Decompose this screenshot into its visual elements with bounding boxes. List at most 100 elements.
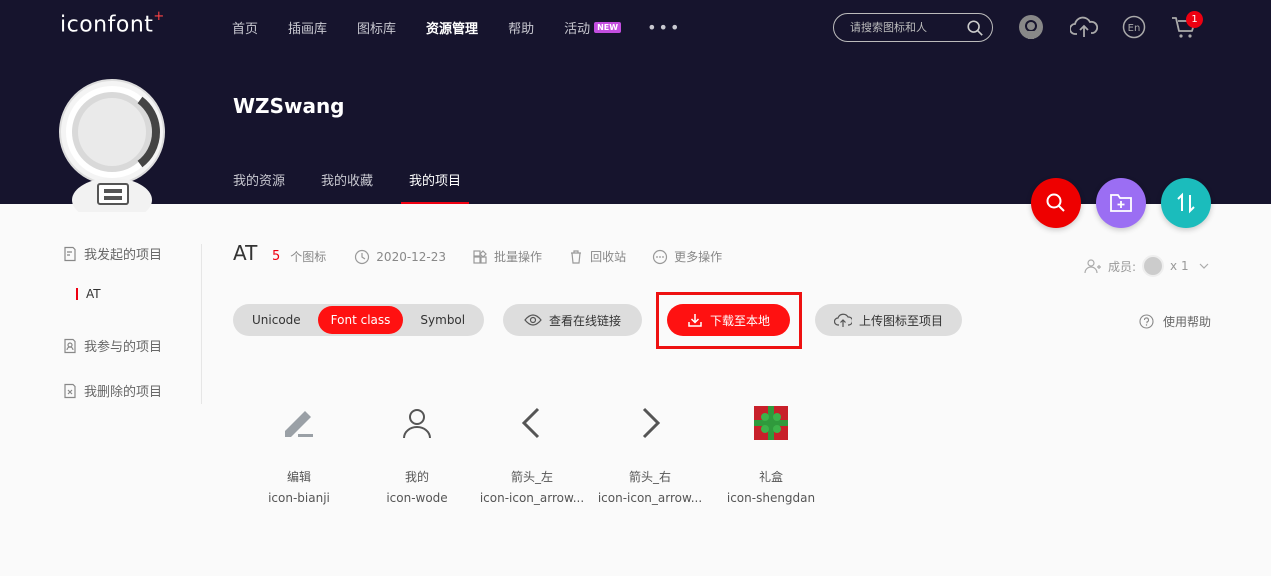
- members-label: 成员:: [1108, 259, 1137, 274]
- github-icon[interactable]: [1018, 14, 1044, 40]
- cart-count-badge: 1: [1186, 11, 1203, 28]
- recycle-bin-button[interactable]: 回收站: [568, 248, 626, 265]
- tab-my-projects[interactable]: 我的项目: [401, 170, 470, 204]
- tab-my-resources[interactable]: 我的资源: [233, 170, 285, 189]
- recycle-bin-label: 回收站: [590, 250, 627, 264]
- icon-name: 箭头_左: [510, 470, 553, 484]
- trash-icon: [571, 249, 582, 264]
- usage-help-label: 使用帮助: [1163, 315, 1212, 329]
- upload-icons-label: 上传图标至项目: [858, 313, 943, 328]
- chevron-down-icon: [1199, 263, 1209, 269]
- member-avatar: [1142, 255, 1165, 277]
- user-icon: [403, 409, 431, 439]
- gift-icon: [754, 406, 788, 440]
- top-header: iconfont+ 首页 插画库 图标库 资源管理 帮助 活动 NEW ••• …: [0, 0, 1271, 222]
- icon-card[interactable]: 我的 icon-wode: [364, 398, 470, 505]
- document-edit-icon: [64, 246, 76, 261]
- search-box: [833, 13, 993, 42]
- language-label: En: [1128, 23, 1141, 34]
- grid-icon: [473, 249, 487, 264]
- main-nav: 首页 插画库 图标库 资源管理 帮助 活动 NEW •••: [232, 18, 681, 37]
- view-online-link-button[interactable]: 查看在线链接: [503, 304, 642, 336]
- icon-class: icon-icon_arrow...: [597, 491, 703, 505]
- sidebar-item-initiated[interactable]: 我发起的项目: [62, 244, 162, 263]
- sidebar-item-deleted[interactable]: 我删除的项目: [62, 381, 162, 400]
- language-icon[interactable]: En: [1121, 14, 1147, 40]
- pencil-icon: [285, 411, 313, 437]
- icon-name: 我的: [404, 470, 429, 484]
- upload-cloud-icon[interactable]: [1070, 14, 1098, 40]
- project-title: AT: [233, 241, 258, 265]
- project-date: 2020-12-23: [354, 249, 446, 265]
- batch-operation-button[interactable]: 批量操作: [472, 248, 542, 265]
- usage-help-link[interactable]: 使用帮助: [1139, 313, 1211, 330]
- new-badge: NEW: [594, 22, 622, 33]
- segment-font-class[interactable]: Font class: [317, 306, 404, 334]
- code-type-segmented-control: Unicode Font class Symbol: [233, 304, 485, 336]
- logo[interactable]: iconfont+: [60, 9, 165, 37]
- sidebar-item-participated[interactable]: 我参与的项目: [62, 336, 162, 355]
- members-count: x 1: [1170, 259, 1189, 273]
- icon-class: icon-shengdan: [726, 491, 816, 505]
- segment-symbol[interactable]: Symbol: [403, 306, 482, 334]
- segment-unicode[interactable]: Unicode: [235, 306, 318, 334]
- username: WZSwang: [233, 94, 345, 118]
- batch-operation-label: 批量操作: [494, 250, 543, 264]
- icon-card[interactable]: 礼盒 icon-shengdan: [718, 398, 824, 505]
- more-operations-label: 更多操作: [674, 250, 723, 264]
- project-meta: 5 个图标 2020-12-23 批量操作 回收站 更多操作: [272, 248, 748, 265]
- icon-card[interactable]: 编辑 icon-bianji: [246, 398, 352, 505]
- document-delete-icon: [64, 383, 76, 398]
- nav-icon-library[interactable]: 图标库: [357, 18, 396, 37]
- icon-class: icon-wode: [386, 491, 448, 505]
- members-area[interactable]: 成员: x 1: [1084, 255, 1211, 277]
- project-date-text: 2020-12-23: [376, 249, 447, 264]
- icon-class: icon-icon_arrow...: [479, 491, 585, 505]
- add-folder-fab-button[interactable]: [1096, 178, 1146, 228]
- tab-my-favorites[interactable]: 我的收藏: [321, 170, 373, 189]
- search-icon: [1046, 193, 1065, 212]
- sort-fab-button[interactable]: [1161, 178, 1211, 228]
- project-sidebar: 我发起的项目 AT 我参与的项目 我删除的项目: [62, 244, 202, 404]
- icon-card[interactable]: 箭头_左 icon-icon_arrow...: [479, 398, 585, 505]
- question-circle-icon: [1139, 314, 1154, 329]
- upload-cloud-icon: [833, 313, 852, 327]
- icon-count: 5: [272, 249, 281, 264]
- nav-activity[interactable]: 活动 NEW: [564, 18, 622, 37]
- active-indicator: [76, 288, 78, 300]
- more-nav-icon[interactable]: •••: [647, 18, 681, 37]
- icon-count-label: 个图标: [290, 250, 327, 264]
- icon-card[interactable]: 箭头_右 icon-icon_arrow...: [597, 398, 703, 505]
- icon-class: icon-bianji: [268, 491, 330, 505]
- nav-illustrations[interactable]: 插画库: [288, 18, 327, 37]
- sidebar-project-label: AT: [86, 287, 101, 301]
- icon-name: 编辑: [286, 470, 311, 484]
- nav-home[interactable]: 首页: [232, 18, 258, 37]
- more-operations-button[interactable]: 更多操作: [652, 248, 722, 265]
- more-circle-icon: [652, 249, 668, 264]
- icon-name: 礼盒: [758, 470, 783, 484]
- nav-help[interactable]: 帮助: [508, 18, 534, 37]
- sidebar-item-label: 我删除的项目: [84, 385, 163, 400]
- avatar[interactable]: [56, 72, 176, 222]
- profile-tabs: 我的资源 我的收藏 我的项目: [233, 170, 497, 204]
- nav-activity-label: 活动: [564, 22, 591, 37]
- document-user-icon: [64, 338, 76, 353]
- eye-icon: [524, 314, 542, 326]
- sidebar-item-label: 我发起的项目: [84, 248, 163, 263]
- nav-resource-management[interactable]: 资源管理: [426, 18, 478, 37]
- clock-icon: [355, 249, 370, 264]
- sort-arrows-icon: [1177, 192, 1195, 214]
- search-fab-button[interactable]: [1031, 178, 1081, 228]
- members-icon: [1084, 259, 1101, 274]
- icon-name: 箭头_右: [628, 470, 671, 484]
- search-input[interactable]: [850, 21, 960, 34]
- search-icon[interactable]: [966, 19, 984, 37]
- arrow-right-icon: [642, 407, 661, 439]
- folder-plus-icon: [1110, 194, 1132, 212]
- view-online-link-label: 查看在线链接: [548, 313, 621, 328]
- upload-icons-button[interactable]: 上传图标至项目: [815, 304, 962, 336]
- sidebar-item-label: 我参与的项目: [84, 340, 163, 355]
- arrow-left-icon: [521, 407, 540, 439]
- sidebar-project-at[interactable]: AT: [76, 287, 101, 301]
